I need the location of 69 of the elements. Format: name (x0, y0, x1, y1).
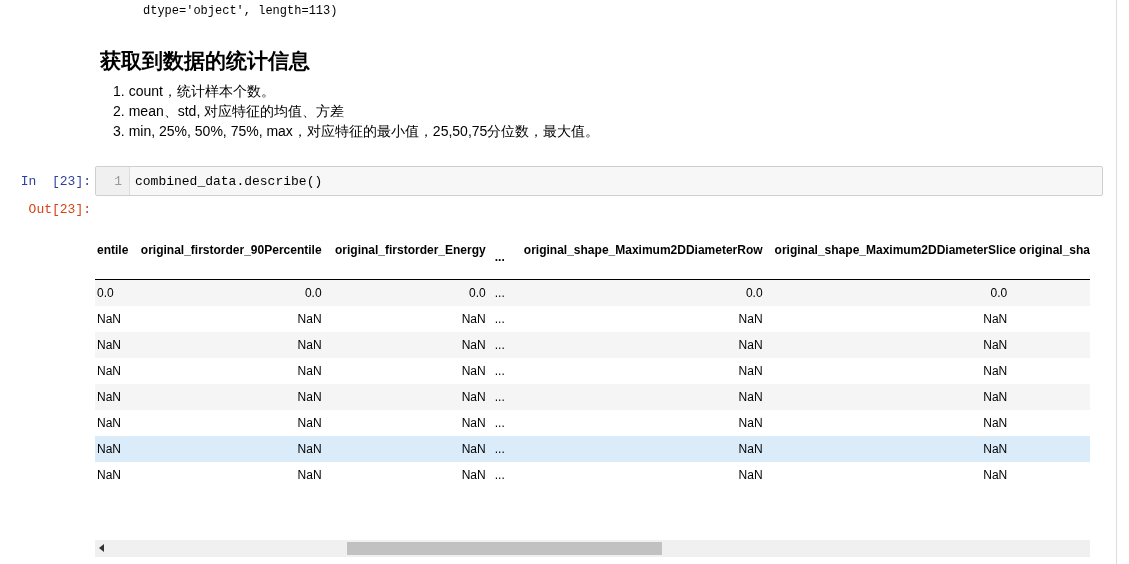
table-cell: NaN (327, 357, 492, 384)
table-cell: NaN (95, 435, 134, 462)
table-cell: NaN (768, 357, 1014, 384)
table-cell: NaN (327, 409, 492, 436)
table-cell: NaN (515, 305, 769, 332)
table-cell: NaN (95, 305, 134, 332)
column-header: original_shape_Maximum2DDiameterRow (515, 235, 769, 279)
table-cell: ... (491, 357, 516, 384)
table-cell: NaN (133, 305, 328, 332)
table-cell: NaN (133, 409, 328, 436)
table-cell: NaN (515, 331, 769, 358)
table-cell: NaN (327, 331, 492, 358)
scrollbar-thumb[interactable] (347, 541, 662, 555)
column-header: original_firstorder_90Percentile (133, 235, 328, 279)
line-number: 1 (96, 167, 130, 195)
input-prompt: In [23]: (19, 173, 92, 189)
table-cell: NaN (327, 461, 492, 488)
table-cell: NaN (768, 435, 1014, 462)
table-cell: NaN (768, 331, 1014, 358)
table-cell: NaN (327, 305, 492, 332)
table-cell: 0.0 (515, 279, 769, 306)
table-cell: ... (491, 305, 516, 332)
table-cell: NaN (327, 435, 492, 462)
horizontal-scrollbar[interactable] (95, 539, 1090, 557)
list-item: mean、std, 对应特征的均值、方差 (128, 102, 345, 120)
table-cell: 0.0 (133, 279, 328, 306)
table-cell: NaN (133, 461, 328, 488)
table-cell: NaN (768, 409, 1014, 436)
left-arrow-icon[interactable] (99, 544, 104, 552)
list-number: 3. (113, 122, 125, 140)
column-header: original_firstorder_Energy (327, 235, 492, 279)
table-cell: NaN (95, 409, 134, 436)
output-text: dtype='object', length=113) (143, 4, 338, 18)
table-cell: 0.0 (327, 279, 492, 306)
column-header: original_shape_Maximum2DDiameterSlice (768, 235, 1014, 279)
table-cell: NaN (95, 331, 134, 358)
table-cell: NaN (95, 461, 134, 488)
table-cell: NaN (768, 383, 1014, 410)
column-header: ... (491, 235, 516, 279)
output-prompt: Out[23]: (27, 202, 92, 217)
table-cell: NaN (515, 435, 769, 462)
code-line: combined_data.describe() (134, 173, 323, 189)
table-cell: NaN (95, 383, 134, 410)
table-cell: 0.0 (768, 279, 1014, 306)
table-cell: NaN (95, 357, 134, 384)
table-cell: NaN (768, 461, 1014, 488)
list-item: count，统计样本个数。 (128, 82, 275, 100)
table-cell: NaN (515, 383, 769, 410)
table-cell: NaN (768, 305, 1014, 332)
table-cell: ... (491, 383, 516, 410)
list-number: 2. (113, 102, 125, 120)
table-cell: NaN (133, 331, 328, 358)
code-editor[interactable]: 1 combined_data.describe() (95, 166, 1103, 196)
table-cell: NaN (327, 383, 492, 410)
table-cell: NaN (515, 409, 769, 436)
table-cell: 0.0 (95, 279, 134, 306)
table-cell: NaN (133, 383, 328, 410)
table-cell: ... (491, 461, 516, 488)
list-item: min, 25%, 50%, 75%, max，对应特征的最小值，25,50,75分位数，最大值。 (128, 122, 600, 140)
table-cell: NaN (133, 435, 328, 462)
table-cell: ... (491, 409, 516, 436)
table-cell: ... (491, 435, 516, 462)
column-header: entile (95, 235, 134, 279)
section-heading: 获取到数据的统计信息 (100, 48, 311, 74)
table-cell: NaN (515, 357, 769, 384)
table-cell: NaN (515, 461, 769, 488)
list-number: 1. (113, 82, 125, 100)
table-cell: NaN (133, 357, 328, 384)
table-cell: ... (491, 331, 516, 358)
